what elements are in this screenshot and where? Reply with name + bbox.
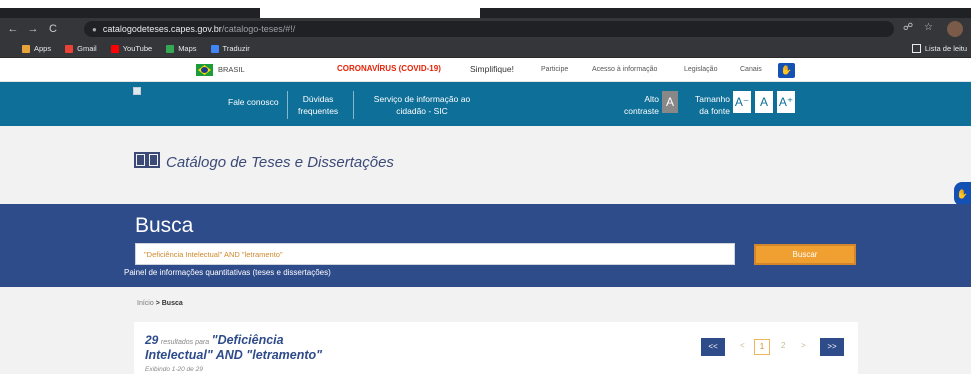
lock-icon[interactable]: ● <box>92 25 97 34</box>
youtube-icon <box>110 44 119 53</box>
bookmark-traduzir[interactable]: Traduzir <box>210 44 250 53</box>
header-divider <box>287 91 288 119</box>
results-range: Exibindo 1-20 de 29 <box>145 366 203 373</box>
breadcrumb-separator: > <box>155 300 160 307</box>
page-2-button[interactable]: 2 <box>781 341 785 350</box>
header-divider <box>353 91 354 119</box>
results-query-line1: "Deficiência <box>211 333 284 347</box>
first-page-button[interactable]: << <box>701 338 725 356</box>
gmail-icon <box>65 44 74 53</box>
results-summary: 29 resultados para "Deficiência Intelect… <box>145 334 322 363</box>
address-bar[interactable]: ● catalogodeteses.capes.gov.br/catalogo-… <box>84 21 894 37</box>
reading-list[interactable]: Lista de leitu <box>911 44 967 53</box>
breadcrumb-current: Busca <box>161 300 183 307</box>
browser-toolbar: ← → C ● catalogodeteses.capes.gov.br/cat… <box>0 18 971 40</box>
reload-icon[interactable]: C <box>46 23 60 35</box>
search-input[interactable] <box>135 243 735 265</box>
duvidas-frequentes-link[interactable]: Dúvidas frequentes <box>298 93 338 117</box>
results-query-line2: Intelectual" AND "letramento" <box>145 348 323 362</box>
prev-page-button[interactable]: < <box>740 341 745 350</box>
next-page-button[interactable]: > <box>801 341 806 350</box>
translate-icon <box>210 44 219 53</box>
acesso-informacao-link[interactable]: Acesso à informação <box>592 66 657 73</box>
browser-tab-strip <box>0 0 971 18</box>
gov-bar: BRASIL CORONAVÍRUS (COVID-19) Simplifiqu… <box>0 58 971 82</box>
last-page-button[interactable]: >> <box>820 338 844 356</box>
bookmarks-bar: Apps Gmail YouTube Maps Traduzir Lista d… <box>0 40 971 58</box>
font-normal-button[interactable]: A <box>755 91 773 113</box>
page-1-button[interactable]: 1 <box>754 339 770 355</box>
search-button[interactable]: Buscar <box>754 244 856 265</box>
results-count: 29 <box>145 333 159 347</box>
fale-conosco-link[interactable]: Fale conosco <box>228 96 279 108</box>
covid-link[interactable]: CORONAVÍRUS (COVID-19) <box>337 64 441 73</box>
vlibras-hand-icon[interactable]: ✋ <box>778 63 795 78</box>
participe-link[interactable]: Participe <box>541 66 568 73</box>
font-decrease-button[interactable]: A⁻ <box>733 91 751 113</box>
forward-icon[interactable]: → <box>26 23 40 35</box>
canais-link[interactable]: Canais <box>740 66 762 73</box>
apps-icon <box>22 44 30 53</box>
bookmark-maps[interactable]: Maps <box>166 44 197 53</box>
breadcrumb: Início > Busca <box>137 300 183 307</box>
share-icon[interactable]: ☍ <box>903 22 913 33</box>
breadcrumb-home[interactable]: Início <box>137 300 154 307</box>
bookmark-star-icon[interactable]: ☆ <box>924 22 933 33</box>
tamanho-fonte-label: Tamanho da fonte <box>695 94 730 116</box>
broken-logo-icon <box>133 87 141 95</box>
brazil-flag-icon <box>196 64 213 76</box>
results-for-label: resultados para <box>160 339 210 346</box>
bookmark-youtube[interactable]: YouTube <box>110 44 152 53</box>
profile-avatar[interactable] <box>947 21 963 37</box>
simplifique-link[interactable]: Simplifique! <box>470 64 514 74</box>
gov-brasil-link[interactable]: BRASIL <box>218 65 245 74</box>
maps-icon <box>166 44 175 53</box>
bookmark-gmail[interactable]: Gmail <box>65 44 97 53</box>
back-icon[interactable]: ← <box>6 23 20 35</box>
tab-strip-left <box>0 8 260 18</box>
painel-informacoes-link[interactable]: Painel de informações quantitativas (tes… <box>124 268 331 277</box>
bookmark-apps[interactable]: Apps <box>22 44 51 53</box>
site-header: Fale conosco Dúvidas frequentes Serviço … <box>0 82 971 126</box>
sic-link[interactable]: Serviço de informação ao cidadão - SIC <box>366 93 478 117</box>
tab-strip-right <box>480 8 971 18</box>
book-icon <box>134 152 160 168</box>
legislacao-link[interactable]: Legislação <box>684 66 717 73</box>
catalog-title[interactable]: Catálogo de Teses e Dissertações <box>166 154 394 171</box>
search-heading: Busca <box>135 214 194 237</box>
url-path: /catalogo-teses/#!/ <box>221 24 296 34</box>
accessibility-hand-icon[interactable]: ✋ <box>954 182 971 206</box>
url-host: catalogodeteses.capes.gov.br <box>102 24 222 34</box>
alto-contraste-button[interactable]: A <box>662 91 678 113</box>
alto-contraste-label: Alto contraste <box>624 94 659 116</box>
reading-list-icon <box>911 44 921 53</box>
font-increase-button[interactable]: A⁺ <box>777 91 795 113</box>
